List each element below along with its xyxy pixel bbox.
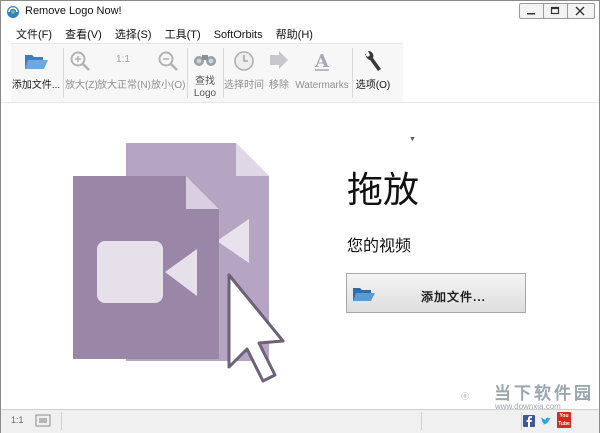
menu-view[interactable]: 查看(V) [60,26,107,42]
minimize-icon [527,13,535,15]
toolbar-overflow-icon[interactable]: ▼ [409,136,416,143]
clock-icon [234,51,254,71]
status-divider [521,412,522,430]
remove-label: 移除 [269,80,289,91]
status-bar: 1:1 You Tube [1,409,599,433]
find-logo-button[interactable]: 查找 Logo [189,44,221,102]
add-file-button[interactable]: 添加文件... [346,273,526,313]
menu-softorbits[interactable]: SoftOrbits [209,29,268,41]
close-icon [575,6,585,16]
toolbar: 添加文件... 放大(Z) 1:1 放大正常(N) 放小(O) 查找 Logo … [11,43,416,143]
menu-tools[interactable]: 工具(T) [160,26,206,42]
window-title: Remove Logo Now! [25,5,122,17]
minimize-button[interactable] [519,3,545,19]
status-zoom-ratio[interactable]: 1:1 [11,415,24,425]
maximize-button[interactable] [543,3,569,19]
add-file-button-label: 添加文件... [421,290,487,304]
zoom-in-icon [70,51,90,71]
find-logo-label-line2: Logo [193,88,217,99]
options-button[interactable]: 选项(O) [353,44,393,102]
open-folder-icon [25,55,48,69]
app-logo-icon [7,6,19,18]
menu-select[interactable]: 选择(S) [110,26,157,42]
select-time-button[interactable]: 选择时间 [223,44,265,102]
title-bar: Remove Logo Now! [1,1,599,23]
watermark-letter-icon: A [314,51,330,72]
options-label: 选项(O) [355,80,391,91]
video-files-illustration [73,143,285,383]
zoom-out-icon [158,51,178,71]
youtube-icon-text: You Tube [558,413,570,427]
binoculars-icon [194,55,216,66]
zoom-normal-label: 放大正常(N) [97,80,151,91]
close-button[interactable] [567,3,595,19]
menu-file[interactable]: 文件(F) [11,26,57,42]
watermarks-label: Watermarks [295,80,349,91]
find-logo-label: 查找 Logo [189,76,221,100]
zoom-normal-button[interactable]: 1:1 放大正常(N) [97,44,151,102]
site-watermark-logo [461,392,470,400]
site-watermark-url: www.downxia.com [495,402,561,411]
site-watermark-title: 当下软件园 [494,384,594,403]
select-time-label: 选择时间 [224,80,264,91]
status-divider [421,412,422,430]
folder-icon [353,288,375,301]
facebook-icon[interactable] [523,415,535,427]
drop-subtitle: 您的视频 [347,236,412,255]
menu-help[interactable]: 帮助(H) [271,26,318,42]
twitter-icon[interactable] [540,415,552,427]
svg-text:A: A [314,51,330,72]
youtube-icon[interactable]: You Tube [557,412,571,428]
drop-title: 拖放 [347,170,420,211]
zoom-out-label: 放小(O) [151,80,186,91]
arrow-right-icon [270,51,288,69]
zoom-in-label: 放大(Z) [65,80,98,91]
zoom-in-button[interactable]: 放大(Z) [65,44,98,102]
zoom-out-button[interactable]: 放小(O) [151,44,185,102]
app-window: Remove Logo Now! 文件(F) 查看(V) 选择(S) 工具(T)… [0,0,600,433]
toolbar-divider [1,102,599,103]
status-divider [61,412,62,430]
add-files-label: 添加文件... [11,80,61,91]
maximize-icon [550,6,560,15]
toolbar-separator [187,48,188,98]
menu-bar: 文件(F) 查看(V) 选择(S) 工具(T) SoftOrbits 帮助(H) [11,26,318,42]
wrench-icon [365,50,381,71]
toolbar-separator [63,48,64,98]
remove-button[interactable]: 移除 [266,44,292,102]
watermarks-button[interactable]: A Watermarks [293,44,351,102]
fit-window-icon[interactable] [35,414,51,427]
zoom-normal-icon: 1:1 [116,54,130,65]
find-logo-label-line1: 查找 [195,76,215,87]
add-files-button[interactable]: 添加文件... [11,44,61,102]
